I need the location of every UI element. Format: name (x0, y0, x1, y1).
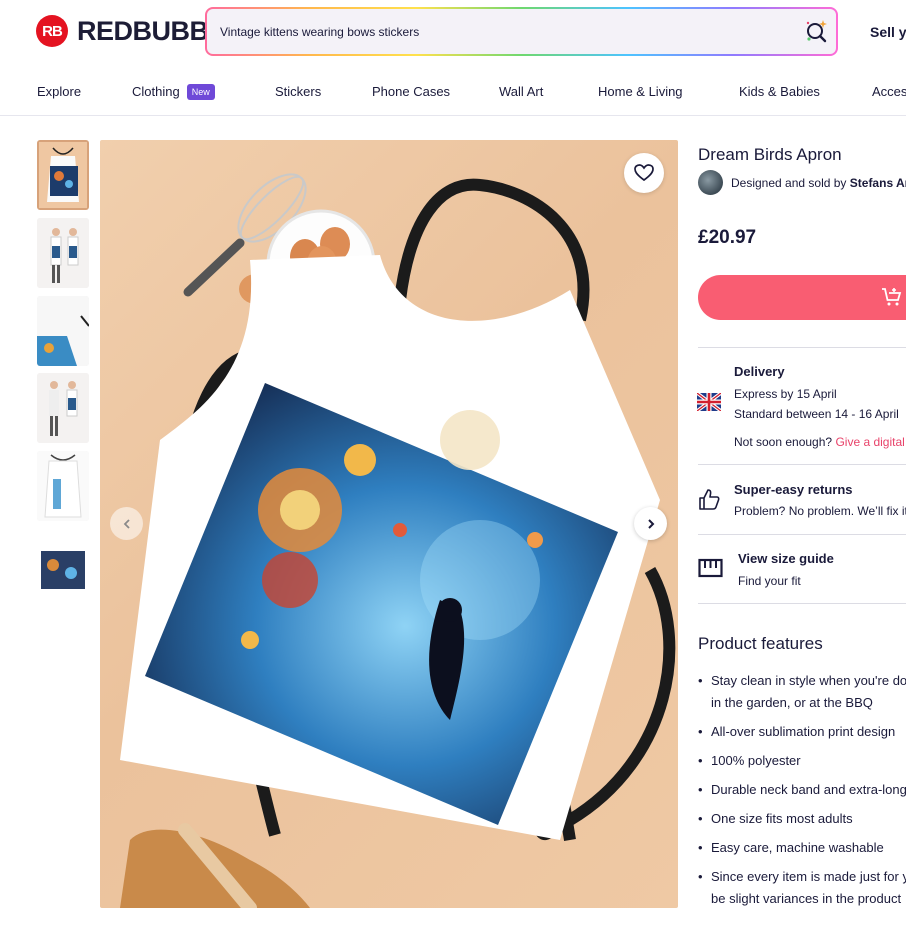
seller-text: Designed and sold by Stefans Arts (731, 176, 906, 190)
add-to-cart-button[interactable] (698, 275, 906, 320)
thumbnail-2[interactable] (37, 218, 89, 288)
thumbnail-art-image (41, 551, 85, 589)
feature-item: Stay clean in style when you're do in th… (698, 670, 906, 714)
thumbnail-5[interactable] (37, 451, 89, 521)
thumbnail-1[interactable] (37, 140, 89, 210)
cutting-board (120, 823, 310, 908)
nav-clothing-label: Clothing (132, 84, 180, 99)
seller-prefix: Designed and sold by (731, 175, 847, 190)
feature-line: One size fits most adults (711, 811, 853, 826)
search-inner (207, 9, 836, 54)
product-features-list: Stay clean in style when you're do in th… (698, 670, 906, 917)
feature-line: Since every item is made just for y (711, 869, 906, 884)
thumbnail-model-image (37, 218, 89, 288)
product-main-image (100, 140, 678, 908)
feature-item: 100% polyester (698, 750, 906, 772)
sell-your-art-link[interactable]: Sell yo (870, 24, 906, 40)
search-input[interactable] (207, 23, 796, 40)
chevron-right-icon (647, 518, 654, 529)
nav-stickers[interactable]: Stickers (275, 84, 321, 99)
thumbnail-detail-image (37, 296, 89, 366)
feature-line: All-over sublimation print design (711, 724, 896, 739)
product-features-title: Product features (698, 634, 823, 653)
previous-image-button[interactable] (110, 507, 143, 540)
returns-text: Problem? No problem. We’ll fix it, (734, 504, 906, 518)
divider (698, 464, 906, 465)
feature-item: Easy care, machine washable (698, 837, 906, 859)
size-guide-link[interactable]: View size guide (738, 551, 834, 566)
feature-line: 100% polyester (711, 753, 801, 768)
feature-line: be slight variances in the product (711, 891, 902, 906)
seller-avatar[interactable] (698, 170, 723, 195)
cart-add-icon (882, 288, 902, 306)
search-bar (205, 7, 838, 56)
thumbnail-6[interactable] (37, 529, 89, 599)
feature-item: One size fits most adults (698, 808, 906, 830)
nav-phone-cases[interactable]: Phone Cases (372, 84, 450, 99)
not-soon-text: Not soon enough? (734, 435, 833, 449)
divider (698, 603, 906, 604)
nav-explore[interactable]: Explore (37, 84, 81, 99)
divider (698, 534, 906, 535)
seller-info: Designed and sold by Stefans Arts (698, 170, 906, 195)
thumbnail-3[interactable] (37, 296, 89, 366)
seller-name-link[interactable]: Stefans Arts (850, 176, 906, 190)
nav-kids-babies[interactable]: Kids & Babies (739, 84, 820, 99)
thumbnail-4[interactable] (37, 373, 89, 443)
feature-item: All-over sublimation print design (698, 721, 906, 743)
search-icon (806, 19, 827, 42)
delivery-express: Express by 15 April (734, 387, 837, 401)
nav-home-living[interactable]: Home & Living (598, 84, 683, 99)
product-title: Dream Birds Apron (698, 145, 842, 164)
nav-clothing[interactable]: Clothing New (132, 84, 215, 100)
heart-icon (634, 164, 654, 182)
thumbnail-back-image (37, 373, 89, 443)
returns-title: Super-easy returns (734, 482, 853, 497)
product-price: £20.97 (698, 227, 757, 248)
feature-line: Durable neck band and extra-long (711, 782, 906, 797)
thumbs-up-icon (699, 489, 720, 510)
feature-line: Stay clean in style when you're do (711, 673, 906, 688)
size-guide-text: Find your fit (738, 574, 801, 588)
nav-wall-art[interactable]: Wall Art (499, 84, 543, 99)
category-nav: Explore Clothing New Stickers Phone Cases… (0, 70, 906, 116)
next-image-button[interactable] (634, 507, 667, 540)
feature-line: Easy care, machine washable (711, 840, 884, 855)
divider (698, 347, 906, 348)
feature-item: Durable neck band and extra-long (698, 779, 906, 801)
chevron-left-icon (123, 518, 130, 529)
search-button[interactable] (796, 12, 836, 52)
ruler-icon (698, 558, 723, 578)
delivery-title: Delivery (734, 364, 785, 379)
feature-item: Since every item is made just for y be s… (698, 866, 906, 910)
uk-flag-icon (697, 393, 721, 411)
favorite-button[interactable] (624, 153, 664, 193)
nav-accessories[interactable]: Acces (872, 84, 906, 99)
thumbnail-hanging-image (37, 451, 89, 521)
apron-illustration (120, 173, 676, 908)
digital-gift-link[interactable]: Give a digital (835, 435, 904, 449)
feature-line: in the garden, or at the BBQ (711, 695, 873, 710)
logo-mark: RB (36, 15, 68, 47)
delivery-not-soon: Not soon enough? Give a digital (734, 435, 905, 449)
new-badge: New (186, 84, 215, 100)
delivery-standard: Standard between 14 - 16 April (734, 407, 899, 421)
thumbnail-apron-image (39, 142, 87, 208)
